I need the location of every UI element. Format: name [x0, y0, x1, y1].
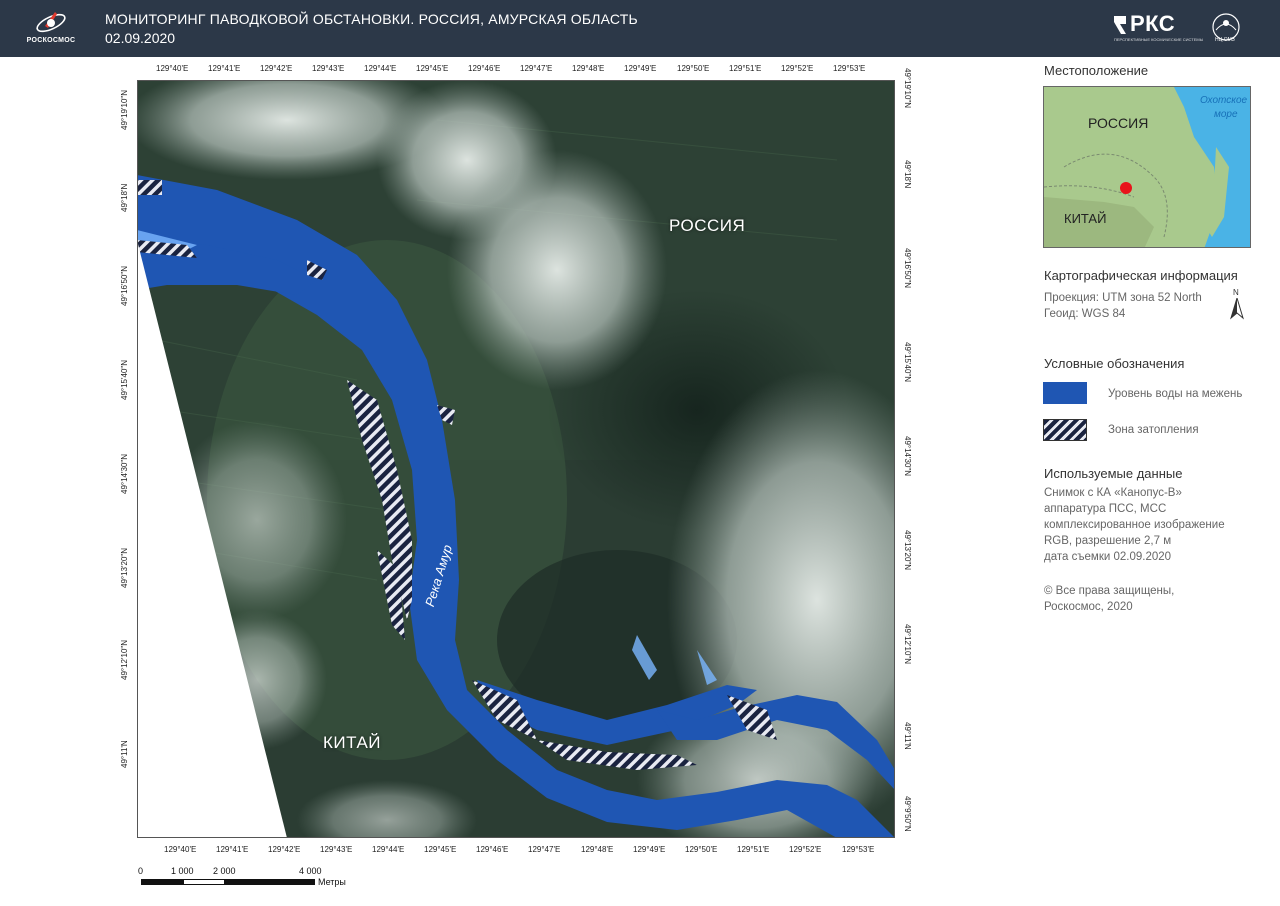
lon-tick-top: 129°44'E — [364, 64, 397, 73]
north-arrow: N — [1228, 288, 1246, 320]
page-date: 02.09.2020 — [105, 30, 176, 46]
location-inset-map[interactable]: РОССИЯ КИТАЙ Охотское море — [1043, 86, 1251, 248]
inset-label-russia: РОССИЯ — [1088, 115, 1149, 131]
data-line: дата съемки 02.09.2020 — [1044, 551, 1172, 563]
lat-tick-right: 49°13'20"N — [903, 530, 912, 571]
ntsomz-emblem-text: НЦ ОМЗ — [1215, 37, 1235, 43]
lon-tick-top: 129°50'E — [677, 64, 710, 73]
scale-label: 2 000 — [213, 866, 236, 876]
north-arrow-label: N — [1233, 288, 1239, 297]
lon-tick-bottom: 129°42'E — [268, 845, 301, 854]
lon-tick-top: 129°46'E — [468, 64, 501, 73]
lon-tick-top: 129°48'E — [572, 64, 605, 73]
lon-tick-top: 129°43'E — [312, 64, 345, 73]
lat-tick-right: 49°14'30"N — [903, 436, 912, 477]
lat-tick-right: 49°19'10"N — [903, 68, 912, 109]
lat-tick-left: 49°19'10"N — [120, 89, 129, 130]
lon-tick-bottom: 129°51'E — [737, 845, 770, 854]
lon-tick-bottom: 129°44'E — [372, 845, 405, 854]
lon-tick-top: 129°51'E — [729, 64, 762, 73]
rks-logo-subtitle: ПЕРСПЕКТИВНЫЕ КОСМИЧЕСКИЕ СИСТЕМЫ — [1114, 37, 1204, 42]
satellite-imagery — [137, 80, 895, 838]
map-label-russia: РОССИЯ — [669, 216, 746, 235]
location-marker-icon — [1120, 182, 1132, 194]
copyright-line: © Все права защищены, — [1044, 585, 1175, 597]
rks-logo-text: РКС — [1130, 11, 1176, 36]
geoid-text: Геоид: WGS 84 — [1044, 308, 1126, 320]
copyright-line: Роскосмос, 2020 — [1044, 601, 1133, 613]
lon-tick-bottom: 129°43'E — [320, 845, 353, 854]
lon-tick-bottom: 129°47'E — [528, 845, 561, 854]
scale-unit: Метры — [318, 877, 346, 887]
lat-tick-left: 49°12'10"N — [120, 639, 129, 680]
lon-tick-top: 129°49'E — [624, 64, 657, 73]
legend-title: Условные обозначения — [1044, 356, 1185, 371]
inset-label-china: КИТАЙ — [1064, 211, 1107, 226]
legend-label-water: Уровень воды на межень — [1108, 388, 1243, 400]
inset-label-sea: Охотское — [1200, 95, 1248, 106]
lat-tick-left: 49°11'N — [120, 740, 129, 768]
lon-tick-bottom: 129°40'E — [164, 845, 197, 854]
roscosmos-emblem-icon — [36, 12, 66, 33]
lon-tick-top: 129°52'E — [781, 64, 814, 73]
scale-segment — [183, 879, 225, 885]
lon-tick-top: 129°42'E — [260, 64, 293, 73]
legend-label-flood: Зона затопления — [1108, 424, 1199, 436]
rks-logo: РКС ПЕРСПЕКТИВНЫЕ КОСМИЧЕСКИЕ СИСТЕМЫ — [1112, 11, 1203, 45]
lon-tick-bottom: 129°46'E — [476, 845, 509, 854]
data-line: RGB, разрешение 2,7 м — [1044, 535, 1172, 547]
scale-segment — [141, 879, 183, 885]
lon-tick-top: 129°53'E — [833, 64, 866, 73]
lon-tick-bottom: 129°50'E — [685, 845, 718, 854]
projection-text: Проекция: UTM зона 52 North — [1044, 292, 1202, 304]
lat-tick-left: 49°14'30"N — [120, 453, 129, 494]
scale-segment — [225, 879, 315, 885]
lon-tick-bottom: 129°53'E — [842, 845, 875, 854]
roscosmos-logo: РОСКОСМОС — [22, 6, 80, 50]
legend-swatch-flood — [1043, 419, 1087, 441]
lon-tick-bottom: 129°48'E — [581, 845, 614, 854]
lon-tick-bottom: 129°49'E — [633, 845, 666, 854]
inset-label-sea: море — [1214, 109, 1238, 120]
map-label-china: КИТАЙ — [323, 733, 381, 752]
ntsomz-emblem: НЦ ОМЗ — [1206, 12, 1246, 46]
rks-mark-icon — [1114, 16, 1126, 34]
legend-swatch-water — [1043, 382, 1087, 404]
lon-tick-bottom: 129°45'E — [424, 845, 457, 854]
scale-label: 4 000 — [299, 866, 322, 876]
lat-tick-right: 49°9'50"N — [903, 796, 912, 832]
lon-tick-top: 129°47'E — [520, 64, 553, 73]
lat-tick-right: 49°12'10"N — [903, 624, 912, 665]
lat-tick-left: 49°13'20"N — [120, 547, 129, 588]
lon-tick-bottom: 129°41'E — [216, 845, 249, 854]
lat-tick-right: 49°15'40"N — [903, 342, 912, 383]
satellite-map[interactable] — [137, 80, 895, 838]
lon-tick-bottom: 129°52'E — [789, 845, 822, 854]
data-line: Снимок с КА «Канопус-В» — [1044, 487, 1182, 499]
scale-label: 1 000 — [171, 866, 194, 876]
data-line: аппаратура ПСС, МСС — [1044, 503, 1167, 515]
lon-tick-top: 129°40'E — [156, 64, 189, 73]
lat-tick-left: 49°16'50"N — [120, 265, 129, 306]
header-bar: РОСКОСМОС МОНИТОРИНГ ПАВОДКОВОЙ ОБСТАНОВ… — [0, 0, 1280, 57]
lat-tick-right: 49°18'N — [903, 160, 912, 189]
lat-tick-right: 49°16'50"N — [903, 248, 912, 289]
lat-tick-right: 49°11'N — [903, 722, 912, 750]
lon-tick-top: 129°41'E — [208, 64, 241, 73]
carto-info-title: Картографическая информация — [1044, 268, 1238, 283]
lat-tick-left: 49°18'N — [120, 183, 129, 212]
page-title: МОНИТОРИНГ ПАВОДКОВОЙ ОБСТАНОВКИ. РОССИЯ… — [105, 11, 638, 27]
location-title: Местоположение — [1044, 63, 1149, 78]
roscosmos-logo-text: РОСКОСМОС — [26, 37, 76, 44]
lon-tick-top: 129°45'E — [416, 64, 449, 73]
lat-tick-left: 49°15'40"N — [120, 359, 129, 400]
data-title: Используемые данные — [1044, 466, 1183, 481]
scale-label: 0 — [138, 866, 144, 876]
data-line: комплексированное изображение — [1044, 519, 1225, 531]
north-arrow-icon — [1230, 298, 1244, 320]
